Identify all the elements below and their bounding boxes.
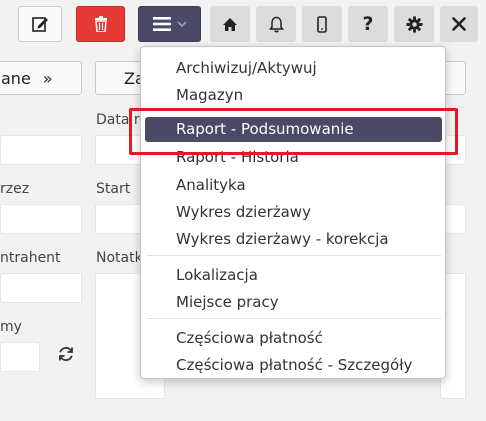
label-przez: rzez <box>0 181 30 197</box>
menu-item-miejsce-pracy[interactable]: Miejsce pracy <box>176 292 279 312</box>
trash-icon <box>94 16 107 32</box>
highlight-box <box>129 108 458 155</box>
menu-divider <box>147 318 441 319</box>
question-icon: ? <box>362 13 374 35</box>
close-button[interactable] <box>440 6 478 42</box>
menu-divider <box>147 255 441 256</box>
help-button[interactable]: ? <box>348 6 388 42</box>
label-start: Start <box>96 181 131 197</box>
label-my: my <box>0 319 22 335</box>
field-my[interactable] <box>0 342 40 372</box>
field-przez[interactable] <box>0 204 82 234</box>
home-button[interactable] <box>210 6 250 42</box>
notifications-button[interactable] <box>256 6 296 42</box>
chevron-down-icon <box>176 20 187 27</box>
field-kontrahent[interactable] <box>0 273 82 303</box>
menu-button[interactable] <box>138 6 201 42</box>
mobile-button[interactable] <box>302 6 342 42</box>
next-button-label: ane <box>1 68 31 88</box>
label-kontrahent: ntrahent <box>0 250 61 266</box>
actions-dropdown-menu: Archiwizuj/Aktywuj Magazyn Raport - Pods… <box>140 46 446 379</box>
chevron-double-right-icon: » <box>42 68 53 88</box>
menu-item-lokalizacja[interactable]: Lokalizacja <box>176 265 258 285</box>
menu-item-wykres-dzierzawy[interactable]: Wykres dzierżawy <box>176 202 311 222</box>
menu-item-archiwizuj[interactable]: Archiwizuj/Aktywuj <box>176 58 317 78</box>
close-icon <box>452 17 466 31</box>
label-notatka: Notatk <box>96 250 143 266</box>
field-left-1[interactable] <box>0 135 82 165</box>
mobile-phone-icon <box>317 15 327 33</box>
menu-item-czesciowa-platnosc[interactable]: Częściowa płatność <box>176 328 323 348</box>
home-icon <box>223 17 237 31</box>
delete-button[interactable] <box>76 6 125 42</box>
gear-icon <box>405 15 423 33</box>
edit-icon <box>32 17 48 32</box>
hamburger-menu-icon <box>152 17 171 31</box>
refresh-icon[interactable] <box>57 345 75 363</box>
menu-item-wykres-korekcja[interactable]: Wykres dzierżawy - korekcja <box>176 229 389 249</box>
menu-item-analityka[interactable]: Analityka <box>176 175 246 195</box>
settings-button[interactable] <box>394 6 434 42</box>
menu-item-magazyn[interactable]: Magazyn <box>176 85 243 105</box>
edit-button[interactable] <box>18 6 62 42</box>
next-button[interactable]: ane » <box>0 61 82 95</box>
bell-icon <box>268 16 284 32</box>
menu-item-czesciowa-platnosc-szczegoly[interactable]: Częściowa płatność - Szczegóły <box>176 355 412 375</box>
